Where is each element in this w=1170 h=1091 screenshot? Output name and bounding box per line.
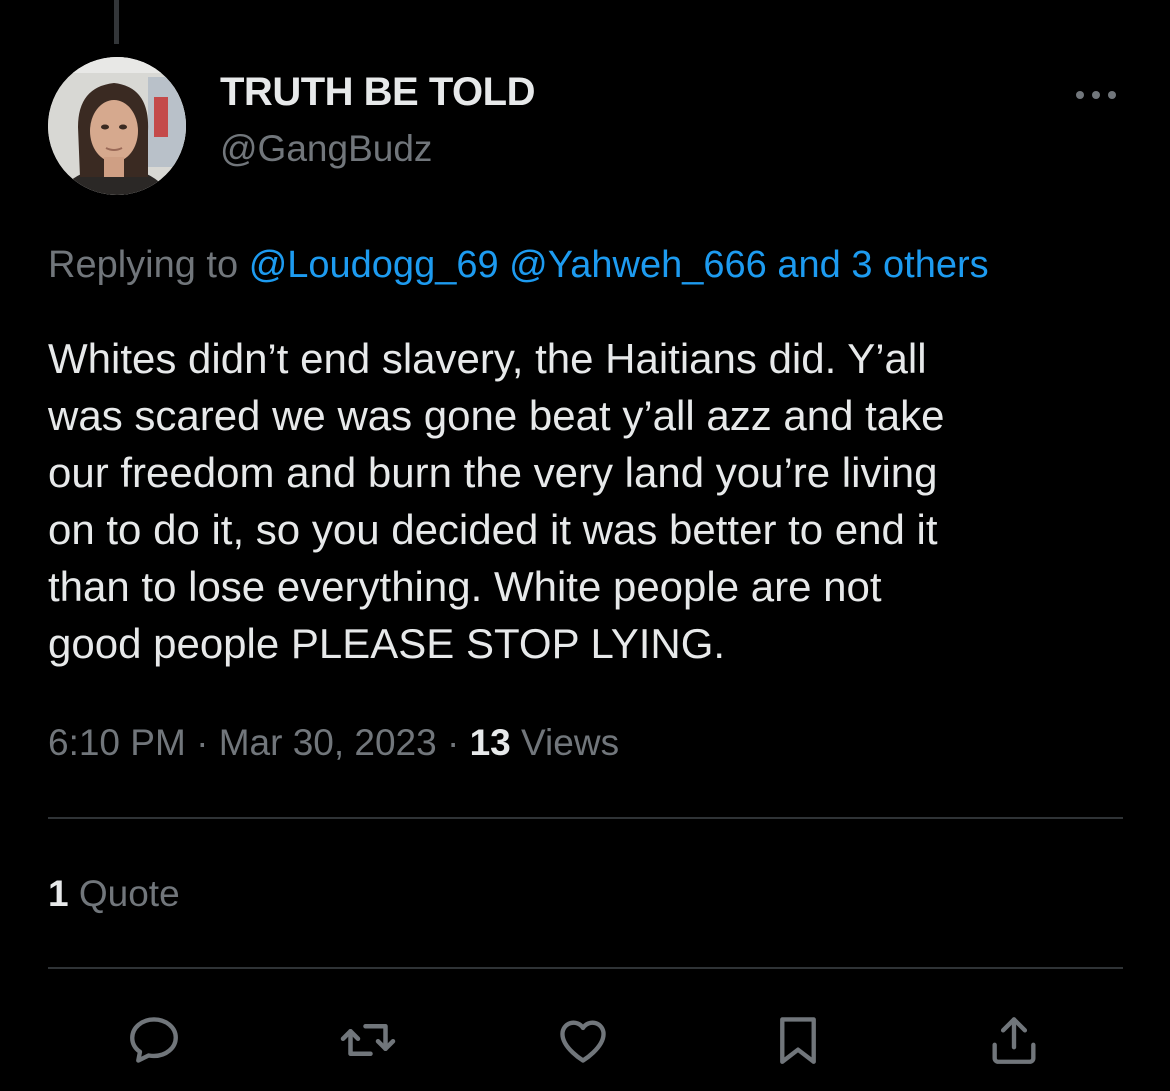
quote-label: Quote [78,873,180,914]
reply-context: Replying to @Loudogg_69 @Yahweh_666 and … [48,244,989,287]
action-bar [0,1008,1170,1072]
quotes-stat[interactable]: 1 Quote [48,873,180,915]
views-count: 13 [469,722,511,763]
tweet-metadata: 6:10 PM · Mar 30, 2023 · 13 Views [48,722,619,764]
quote-count: 1 [48,873,69,914]
separator-dot: · [196,722,209,763]
views-label: Views [521,722,620,763]
others-link[interactable]: and 3 others [777,244,988,286]
thread-connector-line [114,0,119,44]
more-options-button[interactable] [1068,78,1124,112]
mention-link[interactable]: @Loudogg_69 [249,244,499,286]
reply-icon [130,1017,178,1063]
bookmark-button[interactable] [766,1008,830,1072]
avatar[interactable] [48,57,186,195]
reply-button[interactable] [122,1008,186,1072]
user-handle[interactable]: @GangBudz [220,128,432,170]
share-button[interactable] [982,1008,1046,1072]
more-icon [1076,91,1116,99]
divider [48,967,1123,969]
share-icon [992,1017,1036,1064]
separator-dot: · [447,722,460,763]
like-button[interactable] [551,1008,615,1072]
divider [48,817,1123,819]
tweet-text: Whites didn’t end slavery, the Haitians … [48,335,945,667]
tweet-time[interactable]: 6:10 PM [48,722,186,763]
tweet-date[interactable]: Mar 30, 2023 [219,722,437,763]
bookmark-icon [780,1017,816,1064]
retweet-icon [340,1024,396,1056]
display-name[interactable]: TRUTH BE TOLD [220,70,535,115]
retweet-button[interactable] [336,1008,400,1072]
replying-to-label: Replying to [48,244,239,286]
like-icon [560,1020,606,1063]
mention-link[interactable]: @Yahweh_666 [509,244,767,286]
